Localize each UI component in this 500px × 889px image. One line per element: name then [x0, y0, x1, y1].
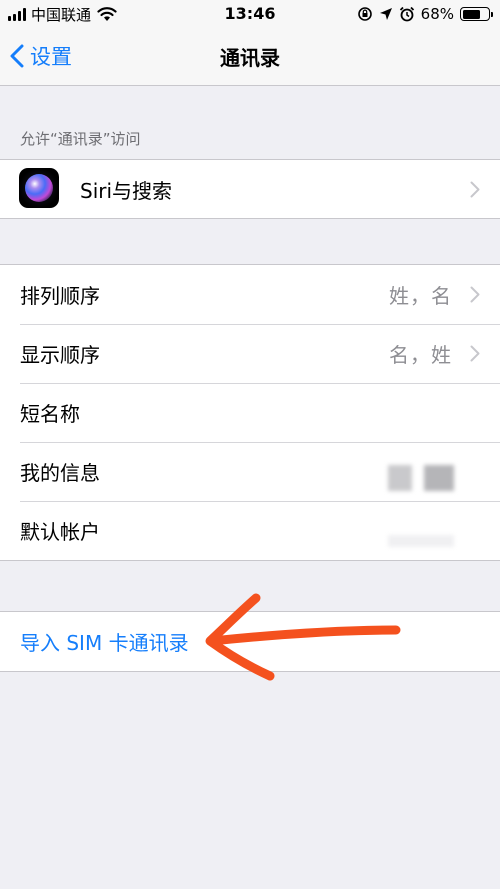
location-icon	[379, 8, 392, 20]
default-account-row[interactable]: 默认帐户	[0, 501, 500, 560]
status-bar: 中国联通 13:46 68%	[0, 0, 500, 28]
lock-rotation-icon	[357, 7, 372, 21]
sort-order-row[interactable]: 排列顺序 姓，名	[0, 265, 500, 324]
chevron-right-icon	[470, 286, 480, 303]
alarm-icon	[399, 6, 414, 22]
row-label: 排列顺序	[20, 284, 100, 308]
import-sim-label: 导入 SIM 卡通讯录	[20, 631, 189, 655]
section-header: 允许“通讯录”访问	[20, 130, 141, 148]
redaction-patch	[388, 465, 412, 491]
chevron-right-icon	[470, 345, 480, 362]
row-value: 名，姓	[389, 343, 452, 367]
battery-fill	[462, 9, 480, 19]
row-label: 我的信息	[20, 461, 100, 485]
navigation-bar: 设置 通讯录	[0, 28, 500, 86]
row-label: 默认帐户	[20, 520, 100, 544]
siri-icon	[19, 168, 59, 208]
import-sim-contacts-button[interactable]: 导入 SIM 卡通讯录	[0, 612, 500, 671]
siri-orb	[25, 174, 53, 202]
siri-search-row[interactable]: Siri与搜索	[0, 160, 500, 218]
battery-icon	[460, 7, 493, 21]
page-title: 通讯录	[220, 46, 280, 70]
chevron-right-icon	[470, 181, 480, 197]
siri-group: Siri与搜索	[0, 159, 500, 219]
row-label: 短名称	[20, 402, 80, 426]
redaction-patch	[388, 535, 454, 547]
contacts-settings-group: 排列顺序 姓，名 显示顺序 名，姓 短名称 我的信息 默认帐户	[0, 264, 500, 561]
row-value: 姓，名	[389, 284, 452, 308]
battery-percent: 68%	[420, 5, 454, 23]
row-label: 显示顺序	[20, 343, 100, 367]
redaction-patch	[424, 465, 454, 491]
short-name-row[interactable]: 短名称	[0, 383, 500, 442]
display-order-row[interactable]: 显示顺序 名，姓	[0, 324, 500, 383]
status-bar-right: 68%	[357, 5, 493, 23]
import-group: 导入 SIM 卡通讯录	[0, 611, 500, 672]
